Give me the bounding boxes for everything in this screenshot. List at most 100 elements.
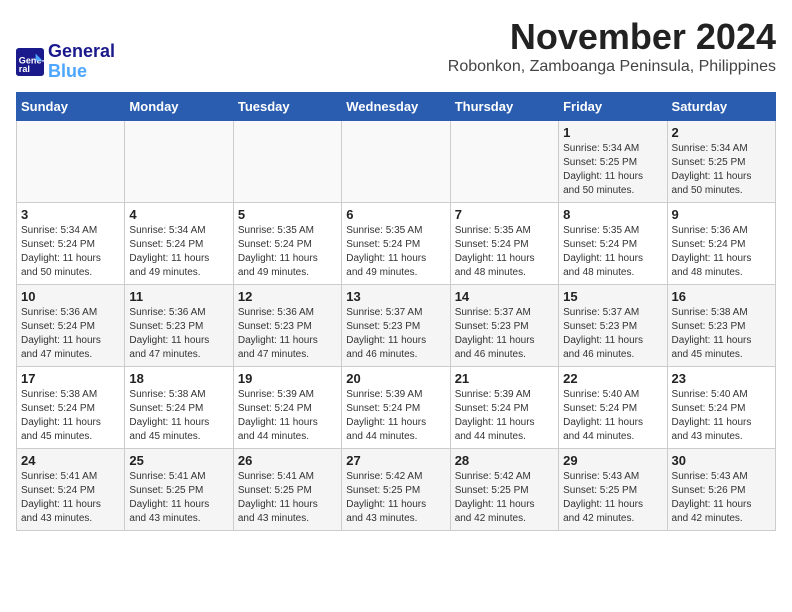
calendar-cell: 13Sunrise: 5:37 AM Sunset: 5:23 PM Dayli… [342, 285, 450, 367]
calendar-cell: 15 Sunrise: 5:37 AM Sunset: 5:23 PM Dayli… [559, 285, 667, 367]
day-info: Sunrise: 5:43 AM Sunset: 5:26 PM Dayligh… [672, 470, 771, 526]
day-info: Sunrise: 5:38 AM Sunset: 5:24 PM Dayligh… [129, 388, 228, 444]
calendar-cell: 19 Sunrise: 5:39 AM Sunset: 5:24 PM Dayli… [233, 367, 341, 449]
day-info: Sunrise: 5:35 AM Sunset: 5:24 PM Dayligh… [346, 224, 445, 280]
calendar-cell: 18 Sunrise: 5:38 AM Sunset: 5:24 PM Dayli… [125, 367, 233, 449]
day-info: Sunrise: 5:42 AM Sunset: 5:25 PM Dayligh… [346, 470, 445, 526]
day-info: Sunrise: 5:43 AM Sunset: 5:25 PM Dayligh… [563, 470, 662, 526]
day-info: Sunrise: 5:34 AM Sunset: 5:24 PM Dayligh… [129, 224, 228, 280]
col-header-saturday: Saturday [667, 93, 775, 121]
calendar-cell: 26 Sunrise: 5:41 AM Sunset: 5:25 PM Dayli… [233, 449, 341, 531]
calendar-cell: 6 Sunrise: 5:35 AM Sunset: 5:24 PM Daylig… [342, 203, 450, 285]
col-header-tuesday: Tuesday [233, 93, 341, 121]
day-number: 11 [129, 289, 228, 304]
day-number: 23 [672, 371, 771, 386]
calendar-cell: 16 Sunrise: 5:38 AM Sunset: 5:23 PM Dayli… [667, 285, 775, 367]
day-info: Sunrise: 5:41 AM Sunset: 5:24 PM Dayligh… [21, 470, 120, 526]
logo-text-line2: Blue [48, 62, 115, 82]
calendar-cell: 8 Sunrise: 5:35 AM Sunset: 5:24 PM Daylig… [559, 203, 667, 285]
day-number: 25 [129, 453, 228, 468]
day-number: 9 [672, 207, 771, 222]
location-subtitle: Robonkon, Zamboanga Peninsula, Philippin… [448, 58, 776, 76]
day-info: Sunrise: 5:36 AM Sunset: 5:24 PM Dayligh… [672, 224, 771, 280]
day-info: Sunrise: 5:35 AM Sunset: 5:24 PM Dayligh… [455, 224, 554, 280]
calendar-cell: 5 Sunrise: 5:35 AM Sunset: 5:24 PM Daylig… [233, 203, 341, 285]
day-number: 30 [672, 453, 771, 468]
logo-text-line1: General [48, 42, 115, 62]
calendar-cell: 27 Sunrise: 5:42 AM Sunset: 5:25 PM Dayli… [342, 449, 450, 531]
day-info: Sunrise: 5:40 AM Sunset: 5:24 PM Dayligh… [672, 388, 771, 444]
day-number: 21 [455, 371, 554, 386]
day-number: 20 [346, 371, 445, 386]
calendar-cell: 22 Sunrise: 5:40 AM Sunset: 5:24 PM Dayli… [559, 367, 667, 449]
day-info: Sunrise: 5:39 AM Sunset: 5:24 PM Dayligh… [238, 388, 337, 444]
col-header-thursday: Thursday [450, 93, 558, 121]
day-number: 18 [129, 371, 228, 386]
day-number: 19 [238, 371, 337, 386]
calendar-cell: 10Sunrise: 5:36 AM Sunset: 5:24 PM Dayli… [17, 285, 125, 367]
day-number: 6 [346, 207, 445, 222]
day-number: 26 [238, 453, 337, 468]
calendar-cell: 24Sunrise: 5:41 AM Sunset: 5:24 PM Dayli… [17, 449, 125, 531]
day-number: 22 [563, 371, 662, 386]
day-info: Sunrise: 5:37 AM Sunset: 5:23 PM Dayligh… [563, 306, 662, 362]
calendar-cell [342, 121, 450, 203]
month-year-title: November 2024 [448, 16, 776, 58]
day-number: 8 [563, 207, 662, 222]
calendar-cell: 3 Sunrise: 5:34 AM Sunset: 5:24 PM Daylig… [17, 203, 125, 285]
day-info: Sunrise: 5:37 AM Sunset: 5:23 PM Dayligh… [455, 306, 554, 362]
day-number: 3 [21, 207, 120, 222]
day-info: Sunrise: 5:40 AM Sunset: 5:24 PM Dayligh… [563, 388, 662, 444]
calendar-cell: 1 Sunrise: 5:34 AM Sunset: 5:25 PM Daylig… [559, 121, 667, 203]
calendar-cell: 12Sunrise: 5:36 AM Sunset: 5:23 PM Dayli… [233, 285, 341, 367]
day-info: Sunrise: 5:34 AM Sunset: 5:24 PM Dayligh… [21, 224, 120, 280]
col-header-sunday: Sunday [17, 93, 125, 121]
calendar-cell: 25 Sunrise: 5:41 AM Sunset: 5:25 PM Dayli… [125, 449, 233, 531]
day-info: Sunrise: 5:34 AM Sunset: 5:25 PM Dayligh… [563, 142, 662, 198]
day-number: 14 [455, 289, 554, 304]
day-info: Sunrise: 5:35 AM Sunset: 5:24 PM Dayligh… [563, 224, 662, 280]
day-number: 10 [21, 289, 120, 304]
calendar-cell: 23 Sunrise: 5:40 AM Sunset: 5:24 PM Dayli… [667, 367, 775, 449]
day-number: 1 [563, 125, 662, 140]
day-number: 16 [672, 289, 771, 304]
day-number: 5 [238, 207, 337, 222]
calendar-cell: 28Sunrise: 5:42 AM Sunset: 5:25 PM Dayli… [450, 449, 558, 531]
svg-text:ral: ral [19, 64, 30, 74]
calendar-cell: 11 Sunrise: 5:36 AM Sunset: 5:23 PM Dayli… [125, 285, 233, 367]
col-header-friday: Friday [559, 93, 667, 121]
calendar-cell: 30 Sunrise: 5:43 AM Sunset: 5:26 PM Dayli… [667, 449, 775, 531]
day-number: 27 [346, 453, 445, 468]
calendar-cell [17, 121, 125, 203]
calendar-cell [125, 121, 233, 203]
day-number: 7 [455, 207, 554, 222]
calendar-table: SundayMondayTuesdayWednesdayThursdayFrid… [16, 92, 776, 531]
logo-icon: Gene- ral [16, 48, 44, 76]
day-number: 15 [563, 289, 662, 304]
calendar-cell: 17 Sunrise: 5:38 AM Sunset: 5:24 PM Dayli… [17, 367, 125, 449]
day-info: Sunrise: 5:41 AM Sunset: 5:25 PM Dayligh… [129, 470, 228, 526]
day-info: Sunrise: 5:38 AM Sunset: 5:24 PM Dayligh… [21, 388, 120, 444]
day-info: Sunrise: 5:41 AM Sunset: 5:25 PM Dayligh… [238, 470, 337, 526]
day-info: Sunrise: 5:39 AM Sunset: 5:24 PM Dayligh… [346, 388, 445, 444]
logo: Gene- ral General Blue [16, 42, 115, 82]
day-info: Sunrise: 5:37 AM Sunset: 5:23 PM Dayligh… [346, 306, 445, 362]
day-info: Sunrise: 5:36 AM Sunset: 5:23 PM Dayligh… [129, 306, 228, 362]
day-number: 4 [129, 207, 228, 222]
day-info: Sunrise: 5:39 AM Sunset: 5:24 PM Dayligh… [455, 388, 554, 444]
day-info: Sunrise: 5:38 AM Sunset: 5:23 PM Dayligh… [672, 306, 771, 362]
calendar-cell: 9 Sunrise: 5:36 AM Sunset: 5:24 PM Daylig… [667, 203, 775, 285]
calendar-cell: 2Sunrise: 5:34 AM Sunset: 5:25 PM Daylig… [667, 121, 775, 203]
day-info: Sunrise: 5:35 AM Sunset: 5:24 PM Dayligh… [238, 224, 337, 280]
calendar-cell [450, 121, 558, 203]
day-number: 29 [563, 453, 662, 468]
col-header-monday: Monday [125, 93, 233, 121]
calendar-cell: 4 Sunrise: 5:34 AM Sunset: 5:24 PM Daylig… [125, 203, 233, 285]
col-header-wednesday: Wednesday [342, 93, 450, 121]
calendar-cell: 29 Sunrise: 5:43 AM Sunset: 5:25 PM Dayli… [559, 449, 667, 531]
calendar-cell: 7 Sunrise: 5:35 AM Sunset: 5:24 PM Daylig… [450, 203, 558, 285]
day-info: Sunrise: 5:42 AM Sunset: 5:25 PM Dayligh… [455, 470, 554, 526]
calendar-cell: 20 Sunrise: 5:39 AM Sunset: 5:24 PM Dayli… [342, 367, 450, 449]
day-number: 17 [21, 371, 120, 386]
day-number: 2 [672, 125, 771, 140]
